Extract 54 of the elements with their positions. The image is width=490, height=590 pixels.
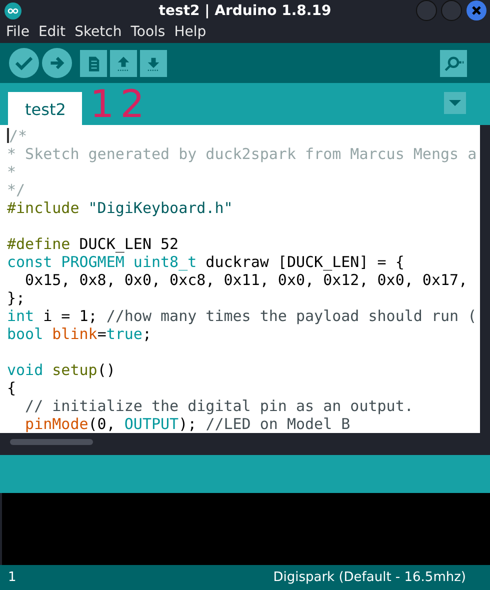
code-token: i = 1; [42,307,98,325]
minimize-button[interactable] [416,0,437,21]
code-token: true [106,325,142,343]
file-tab[interactable]: test2 [8,92,82,125]
app-logo-icon [4,2,22,20]
vertical-scrollbar[interactable] [480,125,490,433]
code-token: { [7,379,16,397]
close-button[interactable] [466,0,487,21]
code-token: * [7,163,16,181]
code-token: () [97,361,116,379]
menu-item[interactable]: Sketch [74,22,122,43]
code-token: //LED on Model B [206,415,350,433]
line-number: 1 [8,568,16,587]
menu-item[interactable]: Help [174,22,206,43]
code-token: ); [178,415,198,433]
code-token: "DigiKeyboard.h" [87,199,233,217]
text-cursor [7,128,9,143]
menu-item[interactable]: Edit [38,22,66,43]
tab-menu-button[interactable] [444,92,466,114]
code-token: blink [51,325,98,343]
code-token: (0, [88,415,116,433]
code-token: DUCK_LEN 52 [78,235,179,253]
window-title: test2 | Arduino 1.8.19 [158,2,332,21]
code-token: const PROGMEM uint8_t [7,253,197,271]
code-token: = [97,325,106,343]
code-token: setup [51,361,98,379]
code-token: /* [9,127,28,145]
code-token: #define [7,235,70,253]
code-token: */ [7,181,26,199]
board-label: Digispark (Default - 16.5mhz) [273,568,466,587]
verify-button[interactable] [9,48,39,78]
horizontal-scrollbar[interactable] [10,439,93,445]
code-token: 0x15, 0x8, 0x0, 0xc8, 0x11, 0x0, 0x12, 0x0, 0x17, [24,271,468,289]
annotation-mark: 1 [90,85,114,123]
code-token: void [7,361,44,379]
new-sketch-button[interactable] [80,50,107,76]
code-token: //how many times the payload should run ( [106,307,477,325]
code-token: duckraw [DUCK_LEN] = { [204,253,404,271]
code-token: }; [7,289,26,307]
code-token: pinMode [24,415,88,433]
code-token: ; [142,325,152,343]
code-token: int [7,307,34,325]
open-button[interactable] [110,50,137,76]
annotation-mark: 2 [120,85,144,123]
code-token: // initialize the digital pin as an output. [24,397,414,415]
save-button[interactable] [140,50,167,76]
code-token: OUTPUT [124,415,179,433]
menu-item[interactable]: Tools [130,22,166,43]
code-token: bool [7,325,44,343]
upload-button[interactable] [42,48,72,78]
menu-item[interactable]: File [6,22,30,43]
serial-monitor-button[interactable] [440,50,467,76]
code-token: #include [7,199,80,217]
code-token: * Sketch generated by duck2spark from Marcus Mengs a [7,145,477,163]
